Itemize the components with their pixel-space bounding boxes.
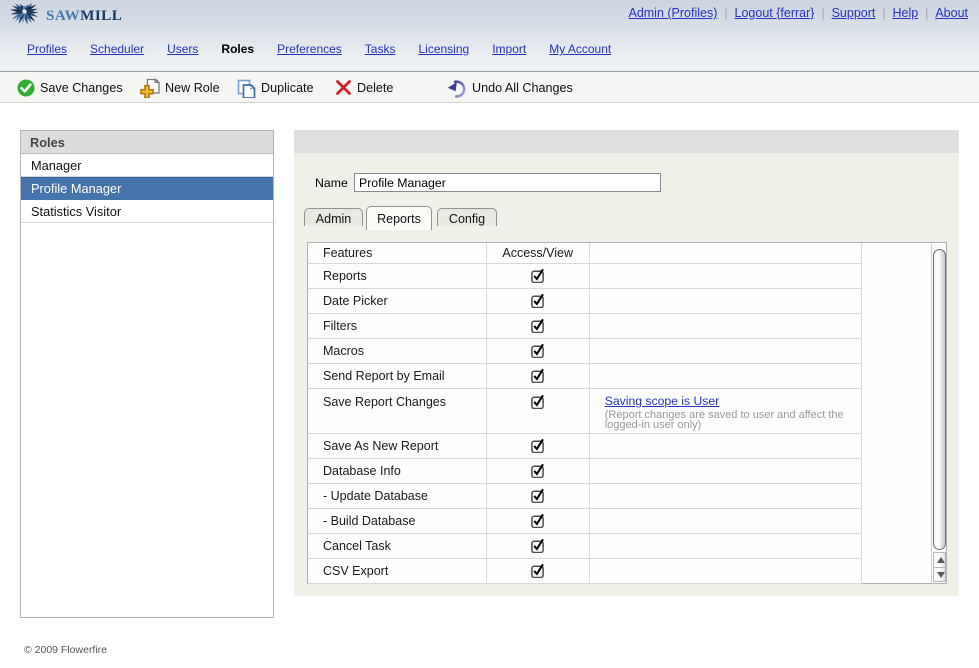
svg-text:SAWMILL: SAWMILL <box>46 7 122 24</box>
